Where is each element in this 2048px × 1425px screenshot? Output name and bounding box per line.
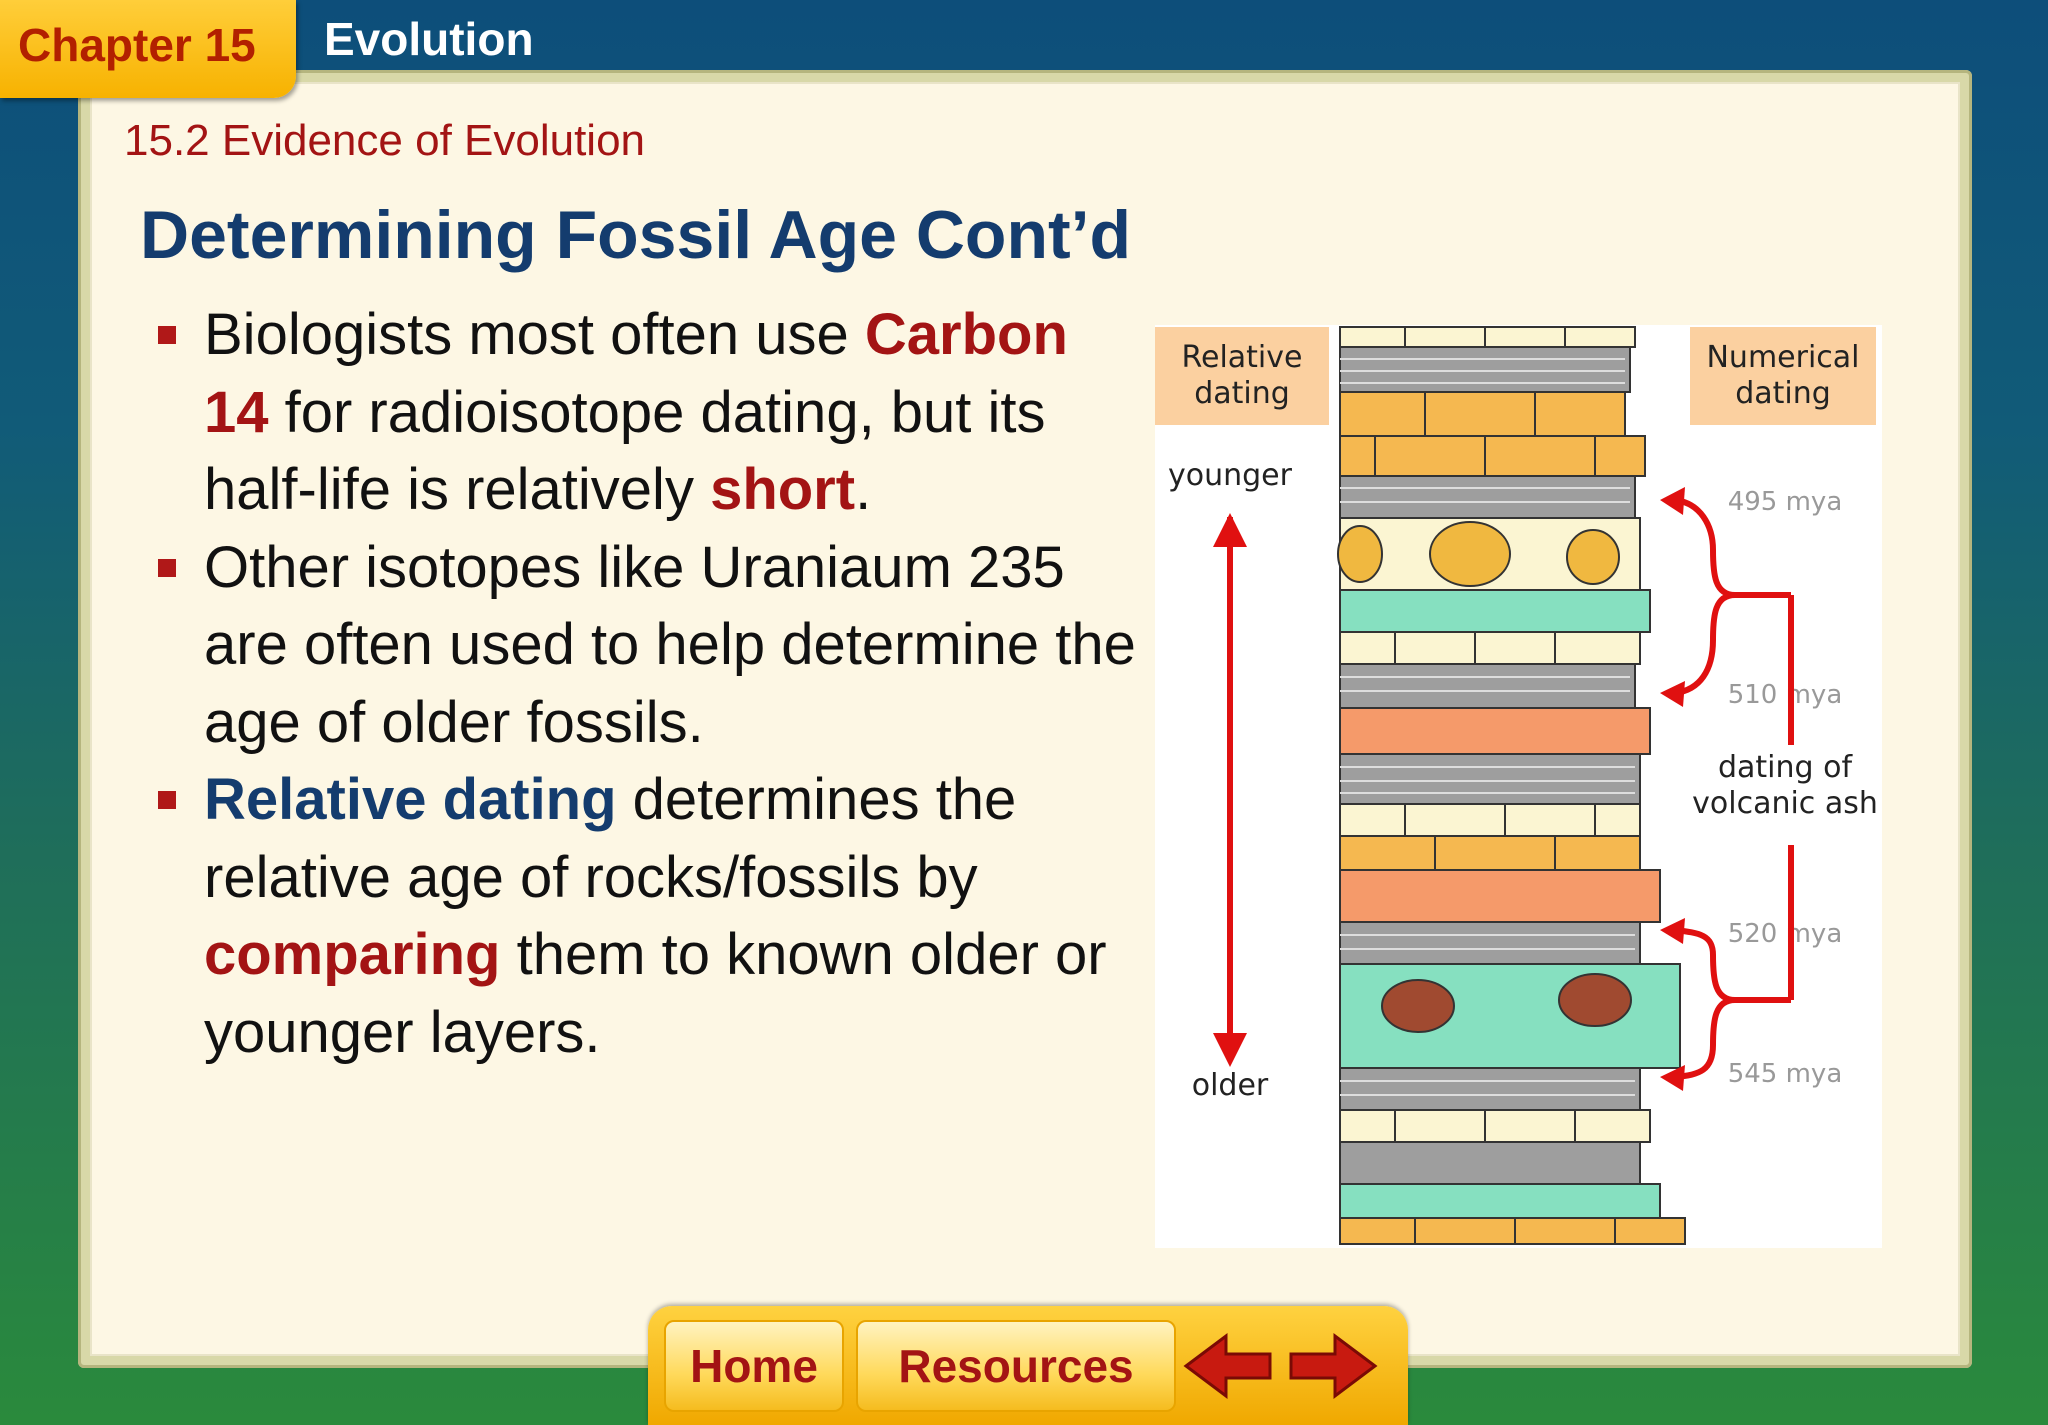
age-label-545: 545 mya [1728, 1059, 1843, 1089]
numerical-label-line1: Numerical [1706, 340, 1859, 375]
rock-strata-figure: Relative dating Numerical dating younger… [1155, 325, 1882, 1248]
arrow-left-icon [1660, 918, 1685, 944]
arrow-left-icon [1660, 681, 1685, 707]
home-button[interactable]: Home [664, 1320, 844, 1412]
resources-button[interactable]: Resources [856, 1320, 1176, 1412]
arrow-left-icon [1660, 487, 1685, 515]
bullet-item: Biologists most often use Carbon 14 for … [158, 296, 1148, 529]
younger-label: younger [1168, 458, 1293, 493]
arrow-down-icon [1213, 1033, 1247, 1067]
keyword-comparing: comparing [204, 922, 501, 987]
older-label: older [1192, 1068, 1269, 1103]
bullet-text: Other isotopes like Uraniaum 235 are oft… [204, 534, 1136, 755]
keyword-relative-dating: Relative dating [204, 767, 617, 832]
chapter-label: Chapter 15 [18, 19, 256, 71]
bullet-text: for radioisotope dating, but its half-li… [204, 379, 1046, 523]
bullet-marker [158, 558, 176, 577]
strata-diagram: Relative dating Numerical dating younger… [1155, 326, 1878, 1245]
navigation-bar: Home Resources [648, 1306, 1408, 1425]
ash-label-line2: volcanic ash [1692, 786, 1878, 821]
left-arrow-icon[interactable] [1178, 1326, 1278, 1406]
ash-label-line1: dating of [1718, 750, 1853, 785]
relative-label-line1: Relative [1182, 340, 1303, 375]
bullet-item: Relative dating determines the relative … [158, 761, 1148, 1071]
bullet-text: . [855, 457, 872, 522]
section-label: 15.2 Evidence of Evolution [124, 116, 646, 165]
age-label-510: 510 mya [1728, 680, 1843, 710]
bullet-marker [158, 791, 176, 809]
strata-column [1337, 326, 1686, 1245]
bullet-item: Other isotopes like Uraniaum 235 are oft… [158, 529, 1148, 762]
topic-label: Evolution [324, 13, 534, 65]
numerical-label-line2: dating [1735, 376, 1831, 411]
page-title: Determining Fossil Age Cont’d [140, 197, 1132, 273]
relative-label-line2: dating [1194, 376, 1290, 411]
keyword-short: short [710, 457, 856, 522]
chapter-tab[interactable]: Chapter 15 [0, 0, 296, 98]
age-label-495: 495 mya [1728, 487, 1843, 517]
bullet-marker [158, 326, 176, 344]
bullet-text: Biologists most often use [204, 302, 865, 367]
age-label-520: 520 mya [1728, 919, 1843, 949]
bullet-list: Biologists most often use Carbon 14 for … [158, 296, 1148, 1071]
right-arrow-icon[interactable] [1283, 1326, 1383, 1406]
arrow-up-icon [1213, 513, 1247, 547]
